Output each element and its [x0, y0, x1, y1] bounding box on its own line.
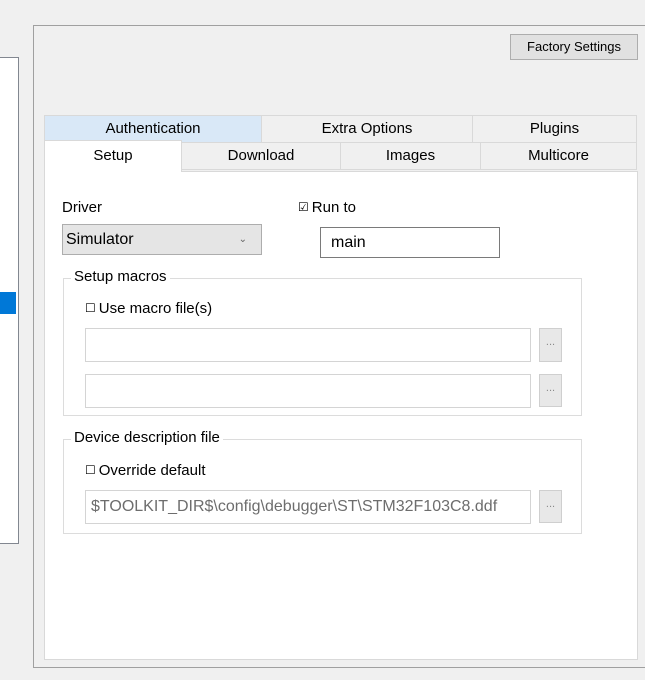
browse-device-file-button[interactable]: ... — [539, 490, 562, 523]
run-to-checkbox[interactable]: ☑ Run to — [298, 199, 356, 216]
driver-label: Driver — [62, 199, 102, 216]
use-macro-checkbox[interactable]: ☐ Use macro file(s) — [85, 300, 212, 317]
tab-setup[interactable]: Setup — [44, 140, 182, 172]
device-file-input[interactable]: $TOOLKIT_DIR$\config\debugger\ST\STM32F1… — [85, 490, 531, 524]
override-default-checkbox[interactable]: ☐ Override default — [85, 462, 206, 479]
driver-select-value: Simulator — [66, 231, 134, 248]
browse-macro-2-button[interactable]: ... — [539, 374, 562, 407]
macro-file-input-2[interactable] — [85, 374, 531, 408]
macro-file-input-1[interactable] — [85, 328, 531, 362]
tab-multicore[interactable]: Multicore — [480, 142, 637, 170]
tab-download[interactable]: Download — [181, 142, 341, 170]
checkbox-unchecked-icon[interactable]: ☐ — [85, 301, 96, 315]
factory-settings-button[interactable]: Factory Settings — [510, 34, 638, 60]
list-panel[interactable] — [0, 57, 19, 544]
run-to-input[interactable]: main — [320, 227, 500, 258]
selected-list-item[interactable] — [0, 292, 16, 314]
chevron-down-icon: ⌄ — [238, 234, 247, 245]
tab-plugins[interactable]: Plugins — [472, 115, 637, 143]
tab-authentication[interactable]: Authentication — [44, 115, 262, 143]
device-description-title: Device description file — [71, 429, 223, 446]
setup-macros-title: Setup macros — [71, 268, 170, 285]
use-macro-label: Use macro file(s) — [98, 300, 213, 317]
checkbox-unchecked-icon[interactable]: ☐ — [85, 463, 96, 477]
tab-images[interactable]: Images — [340, 142, 481, 170]
override-default-label: Override default — [98, 462, 206, 479]
tab-extra-options[interactable]: Extra Options — [261, 115, 473, 143]
browse-macro-1-button[interactable]: ... — [539, 328, 562, 362]
driver-select[interactable]: Simulator ⌄ — [62, 224, 262, 255]
run-to-label: Run to — [311, 199, 356, 216]
checkbox-checked-icon[interactable]: ☑ — [298, 200, 309, 214]
